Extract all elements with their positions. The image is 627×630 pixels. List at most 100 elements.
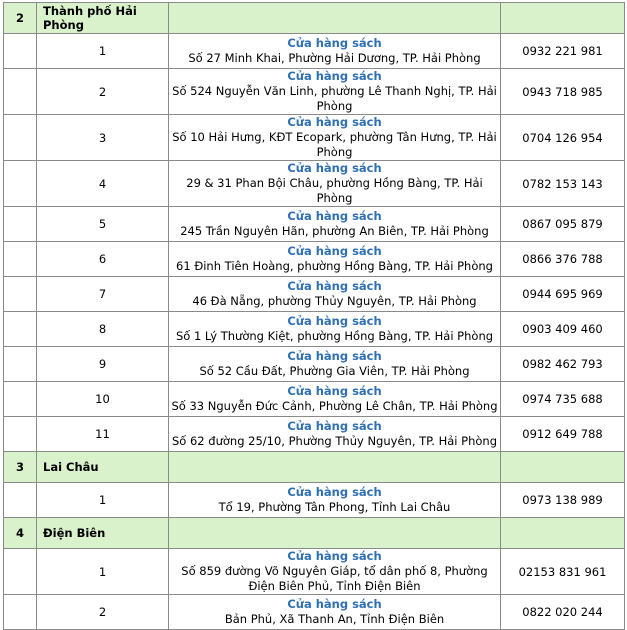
- store-info-cell: Cửa hàng sách 245 Trần Nguyên Hãn, phường…: [168, 206, 501, 242]
- section-name: Điện Biên: [36, 517, 169, 549]
- store-address: 245 Trần Nguyên Hãn, phường An Biên, TP.…: [180, 224, 489, 238]
- store-address: Số 10 Hải Hưng, KĐT Ecopark, phường Tân …: [172, 130, 497, 159]
- store-info-cell: Cửa hàng sách 61 Đinh Tiên Hoàng, phường …: [168, 241, 501, 277]
- store-address: 61 Đinh Tiên Hoàng, phường Hồng Bàng, TP…: [176, 259, 493, 273]
- store-phone: 0932 221 981: [500, 33, 625, 69]
- store-info-cell: Cửa hàng sách Số 62 đường 25/10, Phường T…: [168, 416, 501, 452]
- store-table: 2 Thành phố Hải Phòng 1 Cửa hàng sách Số 27 …: [3, 2, 625, 630]
- store-name-link[interactable]: Cửa hàng sách: [169, 314, 500, 329]
- store-phone: 0912 649 788: [500, 416, 625, 452]
- store-name-link[interactable]: Cửa hàng sách: [169, 279, 500, 294]
- table-row: 10 Cửa hàng sách Số 33 Nguyễn Đức Cảnh, Ph…: [3, 381, 625, 417]
- section-number: 2: [3, 2, 37, 34]
- section-empty-cell: [168, 2, 501, 34]
- section-empty-cell: [500, 517, 625, 549]
- store-address: Số 52 Cầu Đất, Phường Gia Viên, TP. Hải …: [199, 364, 470, 378]
- table-row: 2 Cửa hàng sách Bản Phủ, Xã Thanh An, Tỉnh…: [3, 594, 625, 630]
- store-phone: 0982 462 793: [500, 346, 625, 382]
- store-address: Tổ 19, Phường Tân Phong, Tỉnh Lai Châu: [218, 500, 451, 514]
- store-name-link[interactable]: Cửa hàng sách: [169, 209, 500, 224]
- store-phone: 0903 409 460: [500, 311, 625, 347]
- store-name-link[interactable]: Cửa hàng sách: [169, 419, 500, 434]
- row-spacer-cell: [3, 206, 37, 242]
- row-index: 6: [36, 241, 169, 277]
- store-address: Số 1 Lý Thường Kiệt, phường Hồng Bàng, T…: [175, 329, 494, 343]
- store-info-cell: Cửa hàng sách Số 524 Nguyễn Văn Linh, phư…: [168, 68, 501, 115]
- store-name-link[interactable]: Cửa hàng sách: [169, 161, 500, 176]
- table-row: 4 Cửa hàng sách 29 & 31 Phan Bội Châu, phư…: [3, 160, 625, 207]
- store-name-link[interactable]: Cửa hàng sách: [169, 549, 500, 564]
- store-name-link[interactable]: Cửa hàng sách: [169, 485, 500, 500]
- row-index: 7: [36, 276, 169, 312]
- store-name-link[interactable]: Cửa hàng sách: [169, 36, 500, 51]
- table-row: 7 Cửa hàng sách 46 Đà Nẵng, phường Thủy Ng…: [3, 276, 625, 312]
- section-header-row: 3 Lai Châu: [3, 451, 625, 483]
- table-row: 5 Cửa hàng sách 245 Trần Nguyên Hãn, phườn…: [3, 206, 625, 242]
- store-info-cell: Cửa hàng sách Số 10 Hải Hưng, KĐT Ecopark…: [168, 114, 501, 161]
- row-spacer-cell: [3, 482, 37, 518]
- row-spacer-cell: [3, 160, 37, 207]
- store-info-cell: Cửa hàng sách Số 27 Minh Khai, Phường Hải…: [168, 33, 501, 69]
- store-phone: 02153 831 961: [500, 548, 625, 595]
- store-info-cell: Cửa hàng sách Số 52 Cầu Đất, Phường Gia V…: [168, 346, 501, 382]
- section-number: 4: [3, 517, 37, 549]
- section-name: Lai Châu: [36, 451, 169, 483]
- row-spacer-cell: [3, 548, 37, 595]
- row-index: 1: [36, 482, 169, 518]
- row-index: 2: [36, 594, 169, 630]
- store-info-cell: Cửa hàng sách Bản Phủ, Xã Thanh An, Tỉnh …: [168, 594, 501, 630]
- store-phone: 0944 695 969: [500, 276, 625, 312]
- section-header-row: 2 Thành phố Hải Phòng: [3, 2, 625, 34]
- section-header-row: 4 Điện Biên: [3, 517, 625, 549]
- store-address: Số 524 Nguyễn Văn Linh, phường Lê Thanh …: [172, 84, 497, 113]
- row-index: 11: [36, 416, 169, 452]
- table-row: 2 Cửa hàng sách Số 524 Nguyễn Văn Linh, ph…: [3, 68, 625, 115]
- row-index: 9: [36, 346, 169, 382]
- row-spacer-cell: [3, 416, 37, 452]
- store-info-cell: Cửa hàng sách Số 859 đường Võ Nguyên Giáp…: [168, 548, 501, 595]
- table-row: 11 Cửa hàng sách Số 62 đường 25/10, Phường…: [3, 416, 625, 452]
- section-number: 3: [3, 451, 37, 483]
- store-phone: 0973 138 989: [500, 482, 625, 518]
- row-spacer-cell: [3, 68, 37, 115]
- section-empty-cell: [500, 451, 625, 483]
- store-name-link[interactable]: Cửa hàng sách: [169, 349, 500, 364]
- row-index: 4: [36, 160, 169, 207]
- row-index: 1: [36, 548, 169, 595]
- store-phone: 0974 735 688: [500, 381, 625, 417]
- row-spacer-cell: [3, 33, 37, 69]
- store-address: Số 62 đường 25/10, Phường Thủy Nguyên, T…: [172, 434, 497, 448]
- store-name-link[interactable]: Cửa hàng sách: [169, 244, 500, 259]
- store-info-cell: Cửa hàng sách 29 & 31 Phan Bội Châu, phườ…: [168, 160, 501, 207]
- row-spacer-cell: [3, 346, 37, 382]
- store-name-link[interactable]: Cửa hàng sách: [169, 69, 500, 84]
- store-info-cell: Cửa hàng sách Số 1 Lý Thường Kiệt, phường…: [168, 311, 501, 347]
- store-phone: 0704 126 954: [500, 114, 625, 161]
- row-spacer-cell: [3, 311, 37, 347]
- section-empty-cell: [500, 2, 625, 34]
- table-row: 1 Cửa hàng sách Tổ 19, Phường Tân Phong, T…: [3, 482, 625, 518]
- row-spacer-cell: [3, 114, 37, 161]
- row-spacer-cell: [3, 276, 37, 312]
- store-address: 29 & 31 Phan Bội Châu, phường Hồng Bàng,…: [186, 176, 483, 205]
- store-phone: 0867 095 879: [500, 206, 625, 242]
- store-phone: 0822 020 244: [500, 594, 625, 630]
- table-row: 9 Cửa hàng sách Số 52 Cầu Đất, Phường Gia …: [3, 346, 625, 382]
- row-index: 10: [36, 381, 169, 417]
- store-address: Số 859 đường Võ Nguyên Giáp, tổ dân phố …: [181, 564, 488, 593]
- table-row: 1 Cửa hàng sách Số 859 đường Võ Nguyên Giá…: [3, 548, 625, 595]
- table-row: 6 Cửa hàng sách 61 Đinh Tiên Hoàng, phường…: [3, 241, 625, 277]
- section-empty-cell: [168, 517, 501, 549]
- store-name-link[interactable]: Cửa hàng sách: [169, 597, 500, 612]
- row-index: 5: [36, 206, 169, 242]
- store-phone: 0943 718 985: [500, 68, 625, 115]
- store-name-link[interactable]: Cửa hàng sách: [169, 384, 500, 399]
- store-info-cell: Cửa hàng sách 46 Đà Nẵng, phường Thủy Ngu…: [168, 276, 501, 312]
- store-address: 46 Đà Nẵng, phường Thủy Nguyên, TP. Hải …: [192, 294, 477, 308]
- store-table-body: 2 Thành phố Hải Phòng 1 Cửa hàng sách Số 27 …: [3, 2, 625, 630]
- store-name-link[interactable]: Cửa hàng sách: [169, 115, 500, 130]
- section-empty-cell: [168, 451, 501, 483]
- row-spacer-cell: [3, 594, 37, 630]
- row-index: 1: [36, 33, 169, 69]
- store-address: Bản Phủ, Xã Thanh An, Tỉnh Điện Biên: [224, 612, 445, 626]
